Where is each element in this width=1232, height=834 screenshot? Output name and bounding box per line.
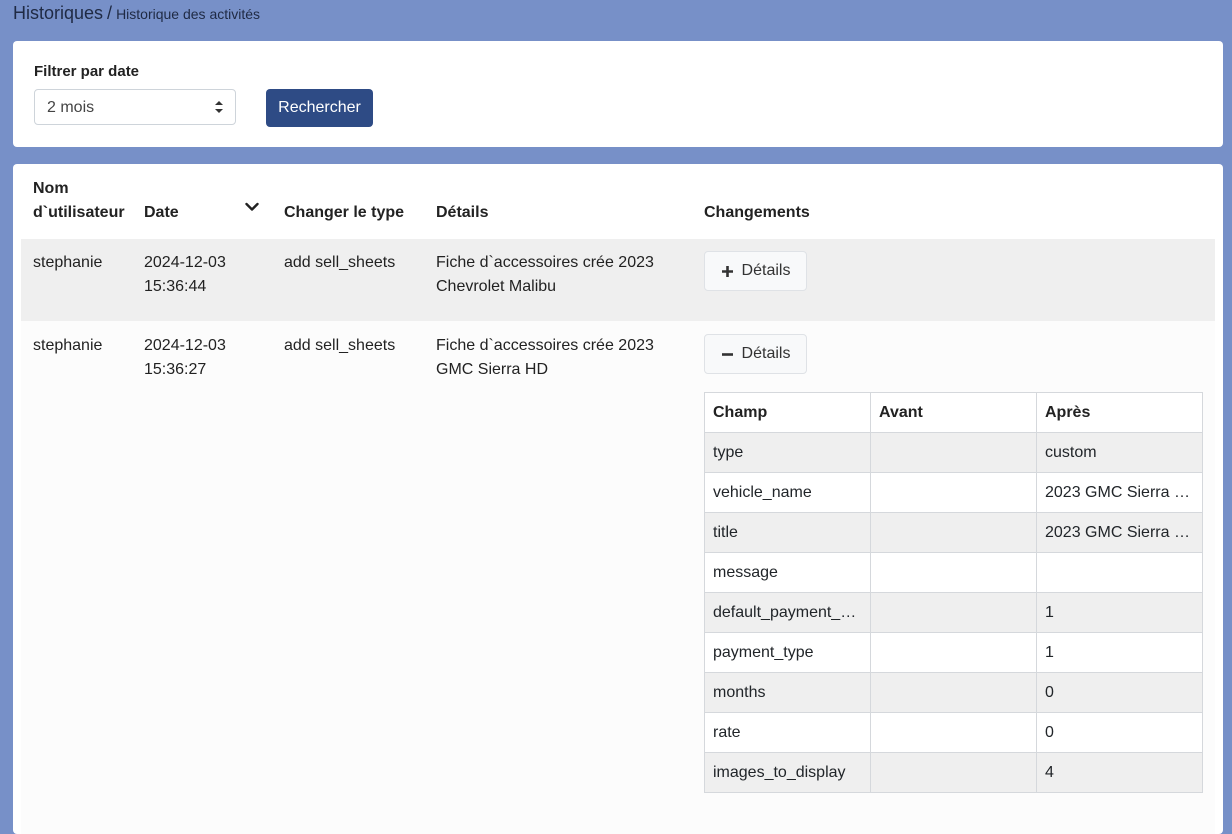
changes-before [870, 432, 1037, 473]
changes-after: 0 [1036, 712, 1203, 753]
header-date[interactable]: Date [144, 201, 179, 225]
header-username-line1: Nom [33, 180, 69, 197]
changes-header-field: Champ [704, 392, 871, 433]
changes-row: default_payment_s… 1 [704, 592, 1203, 633]
changes-row: type custom [704, 432, 1203, 473]
row-date-day: 2024-12-03 [144, 337, 226, 354]
breadcrumb-main[interactable]: Historiques [13, 3, 103, 23]
table-row: stephanie 2024-12-03 15:36:44 add sell_s… [21, 239, 1215, 321]
changes-row: vehicle_name 2023 GMC Sierra HD [704, 472, 1203, 513]
row-date: 2024-12-03 15:36:27 [144, 334, 226, 382]
changes-after: 2023 GMC Sierra HD [1036, 512, 1203, 553]
changes-field: vehicle_name [704, 472, 871, 513]
changes-field: months [704, 672, 871, 713]
changes-field: default_payment_s… [704, 592, 871, 633]
row-username: stephanie [33, 254, 103, 271]
changes-after: 4 [1036, 752, 1203, 793]
changes-after: 0 [1036, 672, 1203, 713]
details-button-label: Détails [741, 262, 791, 279]
changes-after [1036, 552, 1203, 593]
changes-after: 1 [1036, 592, 1203, 633]
row-change-type: add sell_sheets [284, 254, 396, 271]
minus-icon [721, 352, 733, 356]
search-button[interactable]: Rechercher [266, 89, 373, 127]
row-date-time: 15:36:27 [144, 361, 207, 378]
date-range-select[interactable]: 2 mois [34, 89, 236, 125]
changes-before [870, 632, 1037, 673]
row-details: Fiche d`accessoires crée 2023 GMC Sierra… [436, 334, 654, 382]
changes-row: rate 0 [704, 712, 1203, 753]
row-details-line1: Fiche d`accessoires crée 2023 [436, 337, 654, 354]
expand-details-button[interactable]: Détails [704, 251, 807, 291]
changes-table: Champ Avant Après type custom vehicle_na… [704, 392, 1203, 793]
changes-row: images_to_display 4 [704, 752, 1203, 793]
breadcrumb: Historiques / Historique des activités [13, 3, 260, 24]
changes-before [870, 472, 1037, 513]
changes-before [870, 512, 1037, 553]
breadcrumb-separator: / [107, 3, 113, 23]
row-details-line2: GMC Sierra HD [436, 361, 549, 378]
changes-before [870, 592, 1037, 633]
filter-label: Filtrer par date [34, 63, 140, 80]
row-details: Fiche d`accessoires crée 2023 Chevrolet … [436, 251, 654, 299]
changes-field: title [704, 512, 871, 553]
changes-row: months 0 [704, 672, 1203, 713]
changes-row: message [704, 552, 1203, 593]
row-date: 2024-12-03 15:36:44 [144, 251, 226, 299]
filter-card: Filtrer par date 2 mois Rechercher [13, 41, 1223, 147]
changes-field: rate [704, 712, 871, 753]
date-range-value: 2 mois [47, 99, 95, 116]
changes-row: payment_type 1 [704, 632, 1203, 673]
changes-before [870, 552, 1037, 593]
plus-icon [721, 265, 733, 277]
details-button-label: Détails [741, 345, 791, 362]
changes-row: title 2023 GMC Sierra HD [704, 512, 1203, 553]
changes-after: 2023 GMC Sierra HD [1036, 472, 1203, 513]
row-details-line2: Chevrolet Malibu [436, 278, 557, 295]
changes-after: custom [1036, 432, 1203, 473]
header-change-type[interactable]: Changer le type [284, 201, 404, 225]
changes-before [870, 752, 1037, 793]
changes-header-after: Après [1036, 392, 1203, 433]
changes-before [870, 672, 1037, 713]
header-username[interactable]: Nom d`utilisateur [33, 177, 125, 225]
changes-header-before: Avant [870, 392, 1037, 433]
changes-field: message [704, 552, 871, 593]
row-details-line1: Fiche d`accessoires crée 2023 [436, 254, 654, 271]
changes-after: 1 [1036, 632, 1203, 673]
activity-table-card: Nom d`utilisateur Date Changer le type D… [13, 164, 1223, 834]
row-username: stephanie [33, 337, 103, 354]
chevron-down-icon[interactable] [245, 202, 259, 212]
header-details[interactable]: Détails [436, 201, 488, 225]
changes-header-row: Champ Avant Après [704, 392, 1203, 433]
header-username-line2: d`utilisateur [33, 204, 125, 221]
collapse-details-button[interactable]: Détails [704, 334, 807, 374]
breadcrumb-current: Historique des activités [116, 6, 261, 22]
changes-field: type [704, 432, 871, 473]
row-date-day: 2024-12-03 [144, 254, 226, 271]
header-changes: Changements [704, 204, 810, 221]
changes-field: payment_type [704, 632, 871, 673]
select-arrows-icon [215, 101, 223, 113]
changes-field: images_to_display [704, 752, 871, 793]
row-change-type: add sell_sheets [284, 337, 396, 354]
row-date-time: 15:36:44 [144, 278, 207, 295]
changes-before [870, 712, 1037, 753]
